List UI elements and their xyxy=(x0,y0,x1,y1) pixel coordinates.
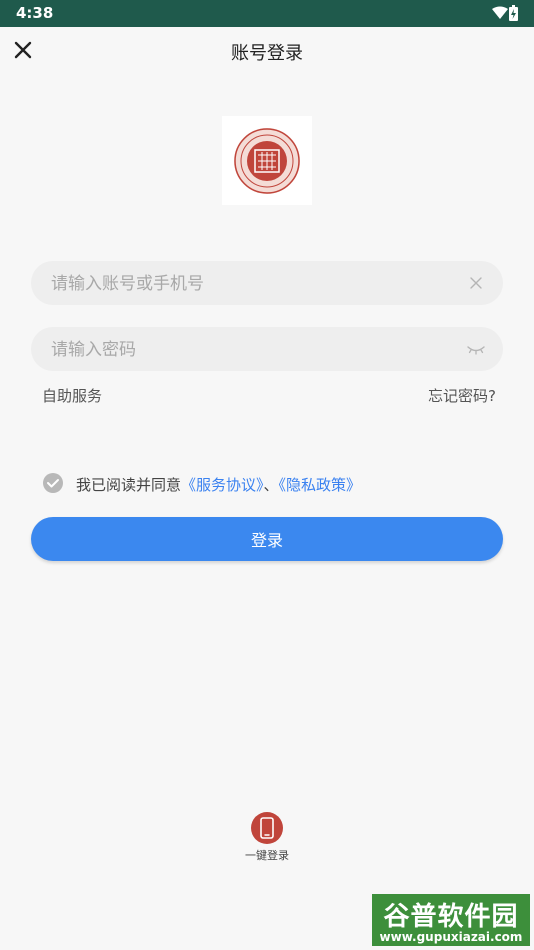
account-field[interactable] xyxy=(31,261,503,307)
service-agreement-link[interactable]: 《服务协议》 xyxy=(181,476,264,494)
wifi-icon xyxy=(492,6,508,19)
login-button[interactable]: 登录 xyxy=(31,517,503,561)
password-field[interactable] xyxy=(31,327,503,373)
status-time: 4:38 xyxy=(16,4,54,22)
app-logo xyxy=(222,116,312,205)
one-key-login[interactable]: 一键登录 xyxy=(236,812,298,863)
agreement-prefix: 我已阅读并同意 xyxy=(76,476,182,494)
seal-logo-icon xyxy=(234,127,300,194)
phone-icon xyxy=(260,817,274,839)
page-title: 账号登录 xyxy=(231,43,303,64)
watermark-url: www.gupuxiazai.com xyxy=(379,930,523,944)
watermark-name: 谷普软件园 xyxy=(383,902,519,932)
self-service-link[interactable]: 自助服务 xyxy=(42,385,102,406)
eye-closed-icon[interactable] xyxy=(467,340,485,358)
top-app-bar: 账号登录 xyxy=(0,27,534,73)
check-circle-icon[interactable] xyxy=(42,472,64,494)
password-input[interactable] xyxy=(49,327,453,373)
one-key-login-button[interactable] xyxy=(251,812,283,844)
agreement-separator: 、 xyxy=(263,476,279,494)
account-input[interactable] xyxy=(49,261,453,307)
one-key-login-label: 一键登录 xyxy=(245,849,289,862)
privacy-policy-link[interactable]: 《隐私政策》 xyxy=(279,476,362,494)
watermark: 谷普软件园 www.gupuxiazai.com xyxy=(372,894,530,946)
status-bar: 4:38 xyxy=(0,0,534,27)
battery-charging-icon xyxy=(509,5,518,21)
agreement-text: 我已阅读并同意《服务协议》、《隐私政策》 xyxy=(76,474,361,495)
forgot-password-link[interactable]: 忘记密码? xyxy=(428,385,496,406)
clear-icon[interactable] xyxy=(467,274,485,292)
